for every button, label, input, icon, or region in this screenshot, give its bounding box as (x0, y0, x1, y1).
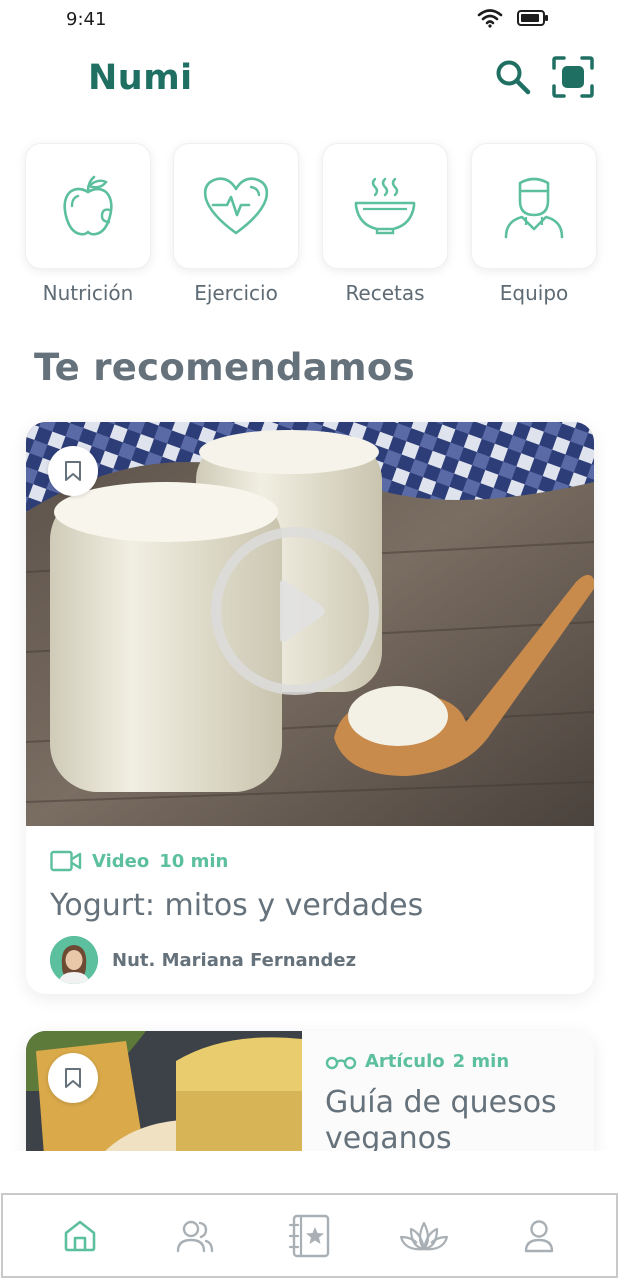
category-label: Equipo (499, 281, 569, 305)
app-header: Numi (0, 46, 619, 116)
article-title: Guía de quesos veganos (325, 1085, 557, 1156)
video-title: Yogurt: mitos y verdades (50, 888, 424, 923)
nav-home[interactable] (50, 1206, 110, 1266)
duration-label: 10 min (159, 850, 229, 872)
category-nutricion[interactable]: Nutrición (24, 143, 152, 305)
status-bar: 9:41 (0, 0, 619, 40)
video-camera-icon (50, 850, 82, 872)
duration-label: 2 min (452, 1051, 510, 1072)
bookmark-icon (65, 1068, 81, 1088)
author[interactable]: Nut. Mariana Fernandez (50, 936, 356, 984)
play-button[interactable] (210, 526, 380, 696)
category-card[interactable] (471, 143, 597, 269)
scroll-cutoff (0, 1151, 619, 1195)
status-icons (477, 8, 549, 28)
video-thumbnail[interactable] (26, 422, 594, 826)
author-name: Nut. Mariana Fernandez (112, 949, 357, 971)
category-label: Ejercicio (194, 281, 278, 305)
nav-community[interactable] (165, 1206, 225, 1266)
profile-icon (524, 1219, 553, 1252)
search-icon (496, 60, 531, 95)
app-logo: Numi (88, 58, 193, 98)
avatar-photo (50, 936, 98, 984)
search-button[interactable] (490, 54, 536, 100)
glasses-icon (325, 1056, 357, 1069)
community-icon (176, 1220, 214, 1252)
bookmark-icon (65, 461, 81, 481)
wifi-icon (477, 9, 503, 28)
scan-button[interactable] (550, 54, 596, 100)
category-card[interactable] (322, 143, 448, 269)
apple-icon (63, 175, 113, 236)
home-icon (64, 1220, 96, 1251)
featured-video-card[interactable]: Video 10 min Yogurt: mitos y verdades Nu… (26, 422, 594, 994)
content-type-label: Artículo (365, 1051, 445, 1072)
category-recetas[interactable]: Recetas (321, 143, 449, 305)
category-card[interactable] (25, 143, 151, 269)
section-title: Te recomendamos (34, 346, 415, 389)
category-card[interactable] (173, 143, 299, 269)
doctor-icon (504, 177, 564, 239)
category-label: Recetas (345, 281, 425, 305)
lotus-icon (399, 1221, 449, 1250)
category-label: Nutrición (42, 281, 134, 305)
bottom-nav (1, 1193, 618, 1278)
category-ejercicio[interactable]: Ejercicio (172, 143, 300, 305)
heart-pulse-icon (203, 177, 269, 235)
battery-icon (517, 10, 548, 26)
bowl-icon (354, 177, 416, 235)
nav-wellness[interactable] (394, 1206, 454, 1266)
category-row: Nutrición Ejercicio Recetas Equipo (0, 143, 619, 313)
content-type-label: Video (92, 850, 150, 872)
favorites-book-icon (289, 1214, 330, 1257)
video-meta: Video 10 min (50, 850, 228, 872)
article-meta: Artículo 2 min (325, 1051, 509, 1072)
play-icon (211, 527, 379, 695)
status-time: 9:41 (66, 9, 107, 30)
nav-profile[interactable] (509, 1206, 569, 1266)
bookmark-button[interactable] (48, 446, 98, 496)
nav-favorites[interactable] (279, 1206, 339, 1266)
bookmark-button[interactable] (48, 1053, 98, 1103)
avatar (50, 936, 98, 984)
category-equipo[interactable]: Equipo (470, 143, 598, 305)
scan-icon (552, 56, 594, 98)
